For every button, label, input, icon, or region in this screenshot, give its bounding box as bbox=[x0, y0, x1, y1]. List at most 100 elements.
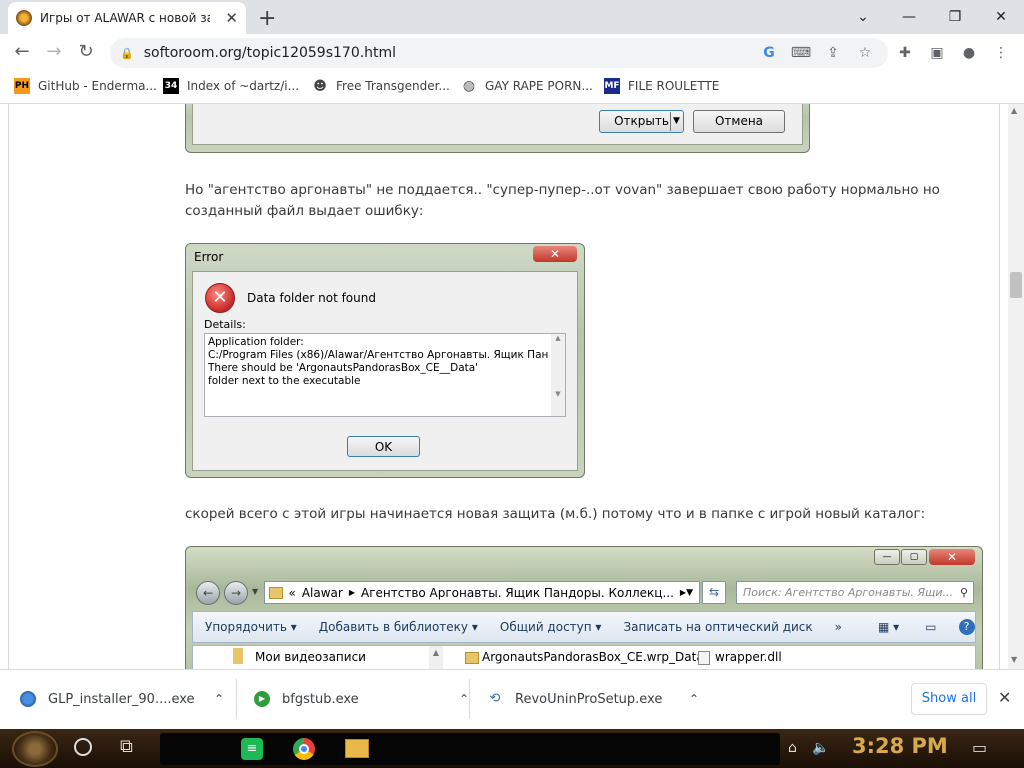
reload-button[interactable]: ↻ bbox=[74, 40, 98, 64]
globe-icon: ◍ bbox=[462, 78, 476, 94]
translate-icon[interactable]: ⌨ bbox=[790, 42, 812, 64]
file-explorer-icon[interactable] bbox=[345, 739, 369, 758]
error-dialog-close-button[interactable]: ✕ bbox=[533, 246, 577, 262]
download-filename: RevoUninProSetup.exe bbox=[515, 691, 663, 707]
side-panel-icon[interactable]: ▣ bbox=[926, 42, 948, 64]
notes-app-icon[interactable]: ≡ bbox=[241, 738, 263, 760]
download-options-chevron-icon[interactable]: ⌃ bbox=[459, 692, 469, 706]
page-right-edge bbox=[999, 104, 1000, 669]
explorer-close-button[interactable]: ✕ bbox=[929, 549, 975, 565]
file-item-wrapper-dll[interactable]: wrapper.dll bbox=[715, 650, 782, 664]
close-window-button[interactable]: ✕ bbox=[978, 4, 1024, 30]
download-item-glp[interactable]: GLP_installer_90....exe ⌃ bbox=[20, 669, 224, 729]
task-view-icon[interactable]: ⧉ bbox=[120, 736, 133, 757]
preview-pane-icon[interactable]: ▭ bbox=[925, 620, 936, 634]
folder-icon bbox=[269, 586, 283, 599]
notifications-icon[interactable]: ▭ bbox=[972, 738, 987, 757]
error-dialog: Error ✕ ✕ Data folder not found Details:… bbox=[185, 243, 585, 478]
tab-search-icon[interactable]: ⌄ bbox=[840, 4, 886, 30]
search-circle-icon[interactable] bbox=[74, 738, 92, 756]
download-item-revo[interactable]: ⟲ RevoUninProSetup.exe ⌃ bbox=[487, 669, 700, 729]
google-icon[interactable]: G bbox=[758, 42, 780, 64]
bookmark-file-roulette[interactable]: MF FILE ROULETTE bbox=[604, 76, 719, 96]
open-dropdown-arrow-icon[interactable]: ▼ bbox=[670, 112, 682, 131]
scrollbar-thumb[interactable] bbox=[1010, 272, 1022, 298]
start-button[interactable] bbox=[12, 731, 58, 767]
cancel-button[interactable]: Отмена bbox=[693, 110, 785, 133]
menu-icon[interactable]: ⋮ bbox=[990, 42, 1012, 64]
bookmark-label: GAY RAPE PORN... bbox=[485, 79, 593, 93]
profile-avatar-icon[interactable]: ● bbox=[958, 42, 980, 64]
bookmark-github[interactable]: PH GitHub - Enderma... bbox=[14, 76, 157, 96]
view-options-icon[interactable]: ▦ ▾ bbox=[878, 620, 899, 634]
explorer-back-button[interactable]: ← bbox=[196, 581, 220, 605]
details-line: C:/Program Files (x86)/Alawar/Агентство … bbox=[208, 349, 548, 361]
scroll-down-icon[interactable]: ▼ bbox=[1011, 655, 1017, 664]
bookmark-star-icon[interactable]: ☆ bbox=[854, 42, 876, 64]
ok-label: OK bbox=[374, 440, 393, 454]
explorer-history-arrow-icon[interactable]: ▼ bbox=[252, 587, 258, 596]
minimize-button[interactable]: — bbox=[886, 4, 932, 30]
restore-button[interactable]: ❐ bbox=[932, 4, 978, 30]
nav-pane-scrollbar[interactable]: ▲ bbox=[429, 646, 443, 669]
explorer-refresh-icon[interactable]: ⇆ bbox=[702, 581, 726, 604]
explorer-forward-button[interactable]: → bbox=[224, 581, 248, 605]
downloads-close-icon[interactable]: ✕ bbox=[998, 688, 1011, 707]
download-filename: bfgstub.exe bbox=[282, 691, 359, 707]
help-icon[interactable]: ? bbox=[958, 619, 975, 635]
download-options-chevron-icon[interactable]: ⌃ bbox=[689, 692, 699, 706]
page-scrollbar[interactable]: ▲ ▼ bbox=[1008, 104, 1024, 669]
download-options-chevron-icon[interactable]: ⌃ bbox=[214, 692, 224, 706]
forward-button[interactable]: → bbox=[42, 40, 66, 64]
download-separator bbox=[236, 679, 237, 719]
command-label: Упорядочить bbox=[205, 620, 287, 634]
download-filename: GLP_installer_90....exe bbox=[48, 691, 195, 707]
ok-button[interactable]: OK bbox=[347, 436, 420, 457]
command-organize[interactable]: Упорядочить ▾ bbox=[205, 620, 297, 634]
explorer-maximize-button[interactable]: ▢ bbox=[901, 549, 927, 565]
share-icon[interactable]: ⇪ bbox=[822, 42, 844, 64]
details-scrollbar[interactable]: ▲ ▼ bbox=[551, 334, 565, 416]
scroll-up-icon[interactable]: ▲ bbox=[1011, 106, 1017, 115]
command-add-library[interactable]: Добавить в библиотеку ▾ bbox=[319, 620, 478, 634]
show-all-button[interactable]: Show all bbox=[911, 683, 987, 715]
cancel-label: Отмена bbox=[714, 114, 764, 128]
command-more[interactable]: » bbox=[835, 620, 842, 634]
address-dropdown-icon[interactable]: ▼ bbox=[686, 588, 693, 598]
mask-icon: ☻ bbox=[313, 78, 327, 94]
breadcrumb-root[interactable]: Alawar bbox=[302, 586, 343, 600]
breadcrumb-folder[interactable]: Агентство Аргонавты. Ящик Пандоры. Колле… bbox=[361, 586, 674, 600]
command-share[interactable]: Общий доступ ▾ bbox=[500, 620, 602, 634]
new-tab-button[interactable]: + bbox=[258, 6, 276, 31]
bookmark-label: FILE ROULETTE bbox=[628, 79, 720, 93]
explorer-search-input[interactable]: Поиск: Агентство Аргонавты. Ящи... ⚲ bbox=[736, 581, 974, 604]
data-folder-icon bbox=[465, 652, 479, 664]
tab-close-icon[interactable]: ✕ bbox=[225, 9, 238, 27]
network-icon[interactable]: ⌂ bbox=[788, 740, 797, 756]
extensions-icon[interactable]: ✚ bbox=[894, 42, 916, 64]
details-line: Application folder: bbox=[208, 336, 304, 348]
bookmark-index[interactable]: 34 Index of ~dartz/i... bbox=[163, 76, 299, 96]
revo-file-icon: ⟲ bbox=[489, 691, 501, 706]
search-icon: ⚲ bbox=[959, 586, 968, 599]
search-placeholder: Поиск: Агентство Аргонавты. Ящи... bbox=[743, 586, 954, 599]
bookmark-gay[interactable]: ◍ GAY RAPE PORN... bbox=[461, 76, 593, 96]
tab-active[interactable]: Игры от ALAWAR с новой защ ✕ bbox=[8, 2, 246, 34]
ph-icon: PH bbox=[14, 78, 30, 94]
explorer-window: — ▢ ✕ ← → ▼ « Alawar ▶ Агентство Аргонав… bbox=[185, 546, 983, 669]
volume-muted-icon[interactable]: 🔈 bbox=[812, 740, 829, 756]
taskbar-clock[interactable]: 3:28 PM bbox=[852, 734, 948, 758]
details-line: There should be 'ArgonautsPandorasBox_CE… bbox=[208, 362, 479, 374]
explorer-address-bar[interactable]: « Alawar ▶ Агентство Аргонавты. Ящик Пан… bbox=[264, 581, 700, 604]
explorer-minimize-button[interactable]: — bbox=[874, 549, 900, 565]
file-item-data-folder[interactable]: ArgonautsPandorasBox_CE.wrp_Data bbox=[482, 650, 704, 664]
details-textbox[interactable]: Application folder: C:/Program Files (x8… bbox=[204, 333, 566, 417]
command-label: Добавить в библиотеку bbox=[318, 620, 469, 634]
back-button[interactable]: ← bbox=[10, 40, 34, 64]
download-item-bfgstub[interactable]: ▶ bfgstub.exe ⌃ bbox=[254, 669, 469, 729]
nav-item-videos[interactable]: Мои видеозаписи bbox=[255, 650, 366, 664]
download-separator bbox=[469, 679, 470, 719]
bookmark-free[interactable]: ☻ Free Transgender... bbox=[312, 76, 450, 96]
command-burn[interactable]: Записать на оптический диск bbox=[623, 620, 812, 634]
explorer-command-bar: Упорядочить ▾ Добавить в библиотеку ▾ Об… bbox=[192, 611, 976, 643]
